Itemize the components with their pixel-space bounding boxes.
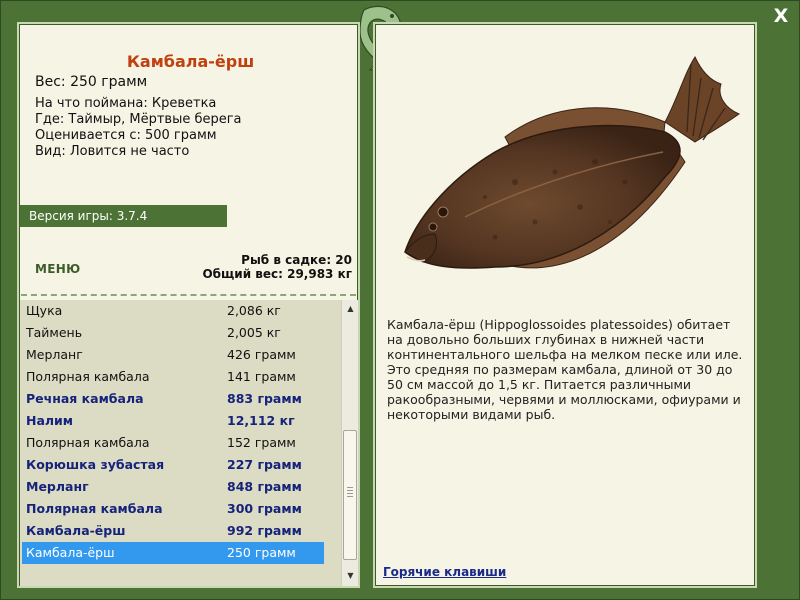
item-weight: 250 грамм xyxy=(227,545,296,560)
item-name: Камбала-ёрш xyxy=(26,523,126,538)
item-name: Речная камбала xyxy=(26,391,144,406)
catch-list[interactable]: Щука 2,086 кг Таймень 2,005 кг Мерланг 426 … xyxy=(20,300,341,586)
hotkeys-link[interactable]: Горячие клавиши xyxy=(383,565,506,579)
list-item[interactable]: Полярная камбала 152 грамм xyxy=(22,432,324,454)
fish-info-panel: Камбала-ёрш Вес: 250 грамм На что пойман… xyxy=(17,22,360,588)
item-weight: 152 грамм xyxy=(227,435,296,450)
list-item[interactable]: Речная камбала 883 грамм xyxy=(22,388,324,410)
detail-bait: На что поймана: Креветка xyxy=(35,96,217,111)
item-name: Полярная камбала xyxy=(26,501,163,516)
list-item[interactable]: Мерланг 426 грамм xyxy=(22,344,324,366)
divider xyxy=(21,294,356,296)
scroll-down-icon[interactable]: ▼ xyxy=(343,568,358,583)
item-weight: 227 грамм xyxy=(227,457,302,472)
item-name: Камбала-ёрш xyxy=(26,545,115,560)
fish-details: На что поймана: Креветка Где: Таймыр, Мё… xyxy=(35,96,242,160)
item-weight: 848 грамм xyxy=(227,479,302,494)
list-item[interactable]: Корюшка зубастая 227 грамм xyxy=(22,454,324,476)
item-weight: 300 грамм xyxy=(227,501,302,516)
item-weight: 883 грамм xyxy=(227,391,302,406)
list-item[interactable]: Полярная камбала 141 грамм xyxy=(22,366,324,388)
list-scrollbar[interactable]: ▲ ▼ xyxy=(341,300,358,586)
item-name: Мерланг xyxy=(26,347,83,362)
menu-button[interactable]: МЕНЮ xyxy=(35,262,80,276)
item-weight: 2,005 кг xyxy=(227,325,281,340)
item-name: Налим xyxy=(26,413,74,428)
fish-count: Рыб в садке: 20 xyxy=(241,253,352,267)
item-name: Мерланг xyxy=(26,479,89,494)
item-weight: 12,112 кг xyxy=(227,413,295,428)
fish-description-panel: Камбала-ёрш (Hippoglossoides platessoide… xyxy=(373,22,757,588)
item-weight: 141 грамм xyxy=(227,369,296,384)
item-name: Полярная камбала xyxy=(26,435,150,450)
scroll-thumb[interactable] xyxy=(343,430,357,560)
total-weight: Общий вес: 29,983 кг xyxy=(202,267,352,281)
fish-weight: Вес: 250 грамм xyxy=(35,74,148,90)
list-item[interactable]: Камбала-ёрш 250 грамм xyxy=(22,542,324,564)
list-item[interactable]: Полярная камбала 300 грамм xyxy=(22,498,324,520)
catch-stats: Рыб в садке: 20 Общий вес: 29,983 кг xyxy=(202,253,352,281)
item-name: Корюшка зубастая xyxy=(26,457,165,472)
grip-icon xyxy=(347,487,353,498)
list-item[interactable]: Щука 2,086 кг xyxy=(22,300,324,322)
item-weight: 992 грамм xyxy=(227,523,302,538)
fish-image xyxy=(404,55,741,269)
list-item[interactable]: Налим 12,112 кг xyxy=(22,410,324,432)
item-weight: 2,086 кг xyxy=(227,303,281,318)
item-weight: 426 грамм xyxy=(227,347,296,362)
game-version: Версия игры: 3.7.4 xyxy=(20,205,227,227)
scroll-up-icon[interactable]: ▲ xyxy=(343,301,358,316)
list-item[interactable]: Камбала-ёрш 992 грамм xyxy=(22,520,324,542)
close-button[interactable]: X xyxy=(768,4,794,28)
item-name: Щука xyxy=(26,303,63,318)
detail-location: Где: Таймыр, Мёртвые берега xyxy=(35,112,242,127)
list-item[interactable]: Мерланг 848 грамм xyxy=(22,476,324,498)
fish-description: Камбала-ёрш (Hippoglossoides platessoide… xyxy=(387,317,743,422)
fish-title: Камбала-ёрш xyxy=(126,52,255,71)
list-item[interactable]: Таймень 2,005 кг xyxy=(22,322,324,344)
detail-value: Оценивается с: 500 грамм xyxy=(35,128,217,143)
item-name: Таймень xyxy=(26,325,83,340)
detail-rarity: Вид: Ловится не часто xyxy=(35,144,190,159)
item-name: Полярная камбала xyxy=(26,369,150,384)
